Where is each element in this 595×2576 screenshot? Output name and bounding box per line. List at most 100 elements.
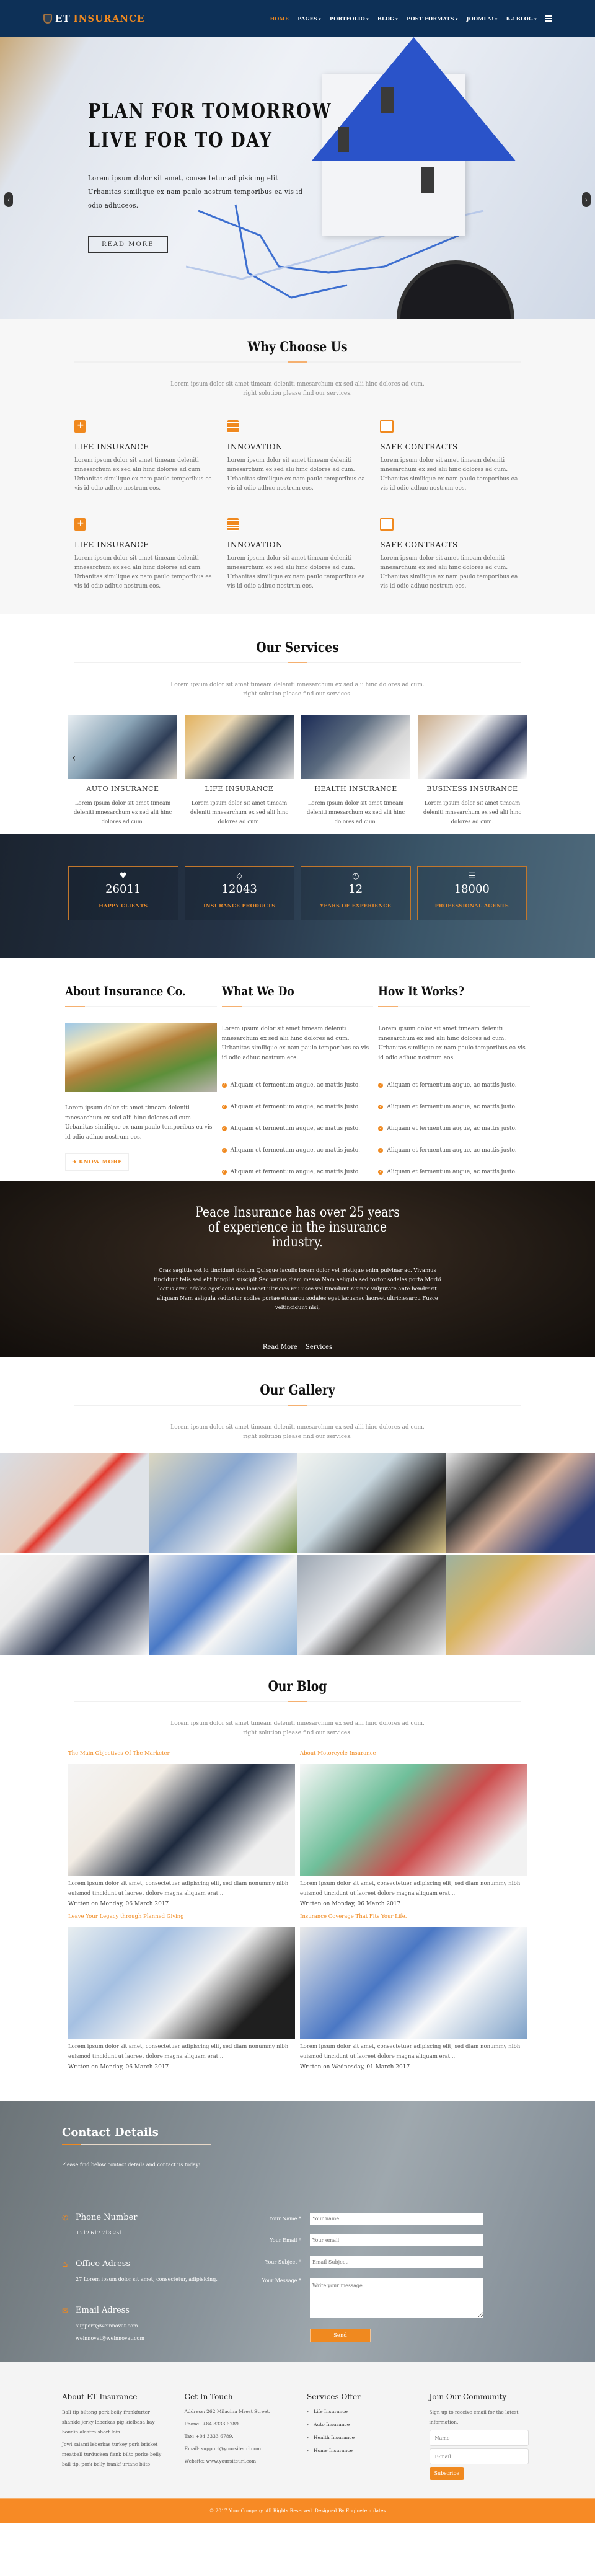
email-info: ✉ Email Adress support@weinnovat.com weinn… (62, 2306, 218, 2345)
carousel-prev-arrow-icon[interactable]: ‹ (72, 752, 76, 764)
chevron-down-icon: ▾ (366, 16, 369, 22)
services-carousel: AUTO INSURANCE Lorem ipsum dolor sit amet… (68, 715, 527, 827)
post-title-link[interactable]: About Motorcycle Insurance (300, 1750, 527, 1757)
post-title-link[interactable]: Insurance Coverage That Fits Your Life. (300, 1913, 527, 1920)
phone-value: +212 617 713 251 (76, 2230, 123, 2236)
gallery-grid (0, 1453, 595, 1655)
nav-label: HOME (270, 15, 289, 22)
feature-title: SAFE CONTRACTS (380, 443, 458, 451)
stat-value: 12 (348, 883, 363, 896)
feature-title: LIFE INSURANCE (74, 443, 149, 451)
email-text[interactable]: Email: support@yoursiteurl.com (185, 2445, 289, 2453)
check-circle-icon: ✓ (221, 1147, 227, 1153)
check-circle-icon: ✓ (221, 1104, 227, 1109)
feature-title: INNOVATION (227, 540, 283, 549)
services-link[interactable]: Services (306, 1344, 332, 1351)
footer-heading: About ET Insurance (62, 2393, 138, 2401)
gallery-image[interactable] (298, 1555, 446, 1655)
newsletter-email-input[interactable] (429, 2448, 529, 2464)
checklist: ✓ Aliquam et fermentum augue, ac mattis j… (221, 1074, 374, 1183)
message-textarea[interactable] (310, 2278, 483, 2318)
post-title-link[interactable]: Leave Your Legacy through Planned Giving (68, 1913, 295, 1920)
subject-input[interactable] (310, 2256, 483, 2268)
service-card[interactable]: BUSINESS INSURANCE Lorem ipsum dolor sit … (418, 715, 527, 827)
post-image[interactable] (68, 1764, 295, 1876)
service-card[interactable]: HEALTH INSURANCE Lorem ipsum dolor sit am… (301, 715, 410, 827)
hamburger-icon[interactable] (545, 15, 552, 22)
know-more-button[interactable]: ➜ KNOW MORE (65, 1153, 130, 1171)
envelope-icon: ✉ (62, 2306, 69, 2315)
title-divider (74, 361, 521, 363)
post-excerpt: Lorem ipsum dolor sit amet, consectetuer… (68, 2044, 289, 2060)
site-logo[interactable]: ET INSURANCE (43, 13, 144, 24)
email-link[interactable]: weinnovat@weinnovat.com (76, 2336, 144, 2341)
service-card[interactable]: LIFE INSURANCE Lorem ipsum dolor sit amet… (185, 715, 294, 827)
footer-heading: Get In Touch (184, 2393, 233, 2401)
gallery-image[interactable] (0, 1453, 149, 1553)
title-divider (221, 1006, 374, 1007)
nav-item-k2-blog[interactable]: K2 BLOG ▾ (506, 15, 537, 22)
post-image[interactable] (68, 1927, 295, 2039)
banner-text: Cras sagittis est id tincidunt dictum Qu… (154, 1268, 441, 1311)
nav-item-portfolio[interactable]: PORTFOLIO ▾ (330, 15, 369, 22)
name-input[interactable] (310, 2213, 483, 2225)
footer-about: About ET Insurance Ball tip biltong pork… (62, 2393, 166, 2480)
column-title: What We Do (221, 984, 294, 999)
check-circle-icon: ✓ (221, 1169, 227, 1175)
check-circle-icon: ✓ (378, 1147, 384, 1153)
gallery-image[interactable] (298, 1453, 446, 1553)
gallery-image[interactable] (149, 1453, 298, 1553)
post-date: Written on Monday, 06 March 2017 (68, 1901, 169, 1907)
nav-label: POST FORMATS (407, 15, 454, 22)
slider-prev-arrow-icon[interactable]: ‹ (4, 192, 13, 207)
feature-text: Lorem ipsum dolor sit amet timeam deleni… (380, 555, 518, 589)
footer-service-link[interactable]: › Health Insurance (307, 2435, 411, 2440)
stat-label: HAPPY CLIENTS (99, 902, 148, 909)
nav-item-pages[interactable]: PAGES ▾ (298, 15, 321, 22)
chevron-right-icon: › (307, 2422, 309, 2427)
home-icon: ⌂ (62, 2259, 68, 2269)
read-more-link[interactable]: Read More (263, 1344, 298, 1351)
chevron-down-icon: ▾ (495, 16, 498, 22)
nav-item-joomla[interactable]: JOOMLA! ▾ (467, 15, 498, 22)
gallery-image[interactable] (149, 1555, 298, 1655)
nav-item-blog[interactable]: BLOG ▾ (377, 15, 398, 22)
gallery-image[interactable] (446, 1453, 595, 1553)
footer-service-link[interactable]: › Home Insurance (307, 2448, 411, 2453)
footer-newsletter: Join Our Community Sign up to receive em… (429, 2393, 534, 2480)
heart-icon: ♥ (119, 871, 127, 881)
post-image[interactable] (300, 1764, 527, 1876)
email-link[interactable]: support@weinnovat.com (76, 2323, 138, 2329)
service-card[interactable]: AUTO INSURANCE Lorem ipsum dolor sit amet… (68, 715, 177, 827)
nav-label: PAGES (298, 15, 318, 22)
hero-text: Lorem ipsum dolor sit amet, consectetur … (88, 174, 303, 210)
send-button[interactable]: Send (310, 2329, 371, 2342)
subscribe-button[interactable]: Subscribe (429, 2467, 465, 2480)
email-input[interactable] (310, 2234, 483, 2246)
service-title: HEALTH INSURANCE (314, 785, 397, 793)
list-item: ✓ Aliquam et fermentum augue, ac mattis j… (378, 1147, 517, 1153)
post-image[interactable] (300, 1927, 527, 2039)
nav-item-post-formats[interactable]: POST FORMATS ▾ (407, 15, 458, 22)
feature-text: Lorem ipsum dolor sit amet timeam deleni… (227, 555, 365, 589)
address-text: Address: 262 Milacina Mrest Street. (184, 2409, 271, 2414)
newsletter-name-input[interactable] (429, 2430, 529, 2446)
gallery-image[interactable] (446, 1555, 595, 1655)
nav-item-home[interactable]: HOME (270, 15, 289, 22)
hero-read-more-button[interactable]: READ MORE (88, 236, 168, 253)
newspaper-icon (380, 420, 394, 433)
building-image (65, 1023, 217, 1092)
footer-service-link[interactable]: › Auto Insurance (307, 2422, 411, 2427)
logo-prefix: ET (55, 13, 71, 24)
gallery-image[interactable] (0, 1555, 149, 1655)
slider-next-arrow-icon[interactable]: › (582, 192, 591, 207)
stat-value: 26011 (105, 883, 141, 896)
post-excerpt: Lorem ipsum dolor sit amet, consectetuer… (68, 1881, 289, 1897)
footer-service-link[interactable]: › Life Insurance (307, 2409, 411, 2414)
check-circle-icon: ✓ (378, 1169, 384, 1175)
feature-title: SAFE CONTRACTS (380, 540, 458, 549)
chevron-down-icon: ▾ (319, 16, 321, 22)
feature-item: LIFE INSURANCE Lorem ipsum dolor sit amet… (74, 518, 215, 591)
website-text[interactable]: Website: www.yoursiteurl.com (185, 2457, 289, 2466)
post-title-link[interactable]: The Main Objectives Of The Marketer (68, 1750, 295, 1757)
